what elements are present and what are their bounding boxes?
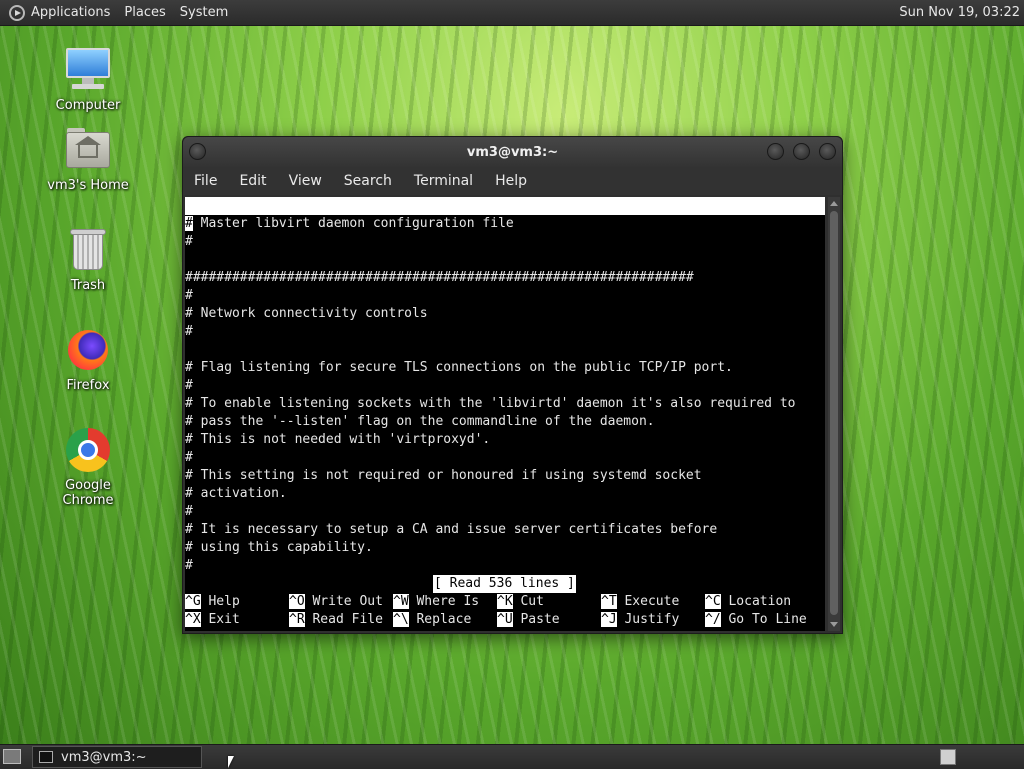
text-line: # Flag listening for secure TLS connecti… bbox=[185, 360, 733, 375]
text-line: # pass the '--listen' flag on the comman… bbox=[185, 414, 655, 429]
menu-edit[interactable]: Edit bbox=[228, 173, 277, 189]
text-line: # bbox=[185, 558, 193, 573]
desktop-icon-firefox[interactable]: Firefox bbox=[38, 326, 138, 393]
mouse-pointer-icon bbox=[228, 756, 234, 768]
scroll-down-icon[interactable] bbox=[830, 622, 838, 627]
text-cursor: # bbox=[185, 216, 193, 231]
nano-header: GNU nano 7.2 /etc/libvirt/libvirtd.conf bbox=[185, 197, 825, 249]
nano-filename: /etc/libvirt/libvirtd.conf bbox=[419, 234, 623, 249]
home-folder-icon bbox=[64, 126, 112, 174]
close-button[interactable] bbox=[819, 143, 836, 160]
desktop-icon-home[interactable]: vm3's Home bbox=[38, 126, 138, 193]
taskbar-item-terminal[interactable]: vm3@vm3:~ bbox=[32, 746, 202, 768]
text-line: # bbox=[185, 450, 193, 465]
menu-view[interactable]: View bbox=[278, 173, 333, 189]
shortcut-paste[interactable]: ^U Paste bbox=[497, 611, 560, 629]
window-titlebar[interactable]: vm3@vm3:~ bbox=[183, 137, 842, 167]
shortcut-replace[interactable]: ^\ Replace bbox=[393, 611, 471, 629]
shortcut-exit[interactable]: ^X Exit bbox=[185, 611, 240, 629]
distro-logo-icon[interactable] bbox=[9, 4, 25, 21]
text-line: # Network connectivity controls bbox=[185, 306, 428, 321]
chrome-icon bbox=[64, 426, 112, 474]
scrollbar-thumb[interactable] bbox=[830, 211, 838, 615]
clock[interactable]: Sun Nov 19, 03:22 bbox=[899, 5, 1020, 20]
menu-system[interactable]: System bbox=[180, 5, 228, 20]
shortcut-location[interactable]: ^C Location bbox=[705, 593, 791, 611]
desktop-icon-chrome[interactable]: Google Chrome bbox=[38, 426, 138, 508]
shortcut-where-is[interactable]: ^W Where Is bbox=[393, 593, 479, 611]
menu-terminal[interactable]: Terminal bbox=[403, 173, 484, 189]
desktop-icon-computer[interactable]: Computer bbox=[38, 46, 138, 113]
menu-applications[interactable]: Applications bbox=[31, 5, 110, 20]
desktop-icon-label: Trash bbox=[70, 278, 106, 293]
text-line: # bbox=[185, 324, 193, 339]
trash-icon bbox=[64, 226, 112, 274]
menu-help[interactable]: Help bbox=[484, 173, 538, 189]
text-line: # This is not needed with 'virtproxyd'. bbox=[185, 432, 491, 447]
shortcut-justify[interactable]: ^J Justify bbox=[601, 611, 679, 629]
show-desktop-icon[interactable] bbox=[3, 749, 21, 764]
desktop-icon-label: Firefox bbox=[66, 378, 110, 393]
text-line: # bbox=[185, 378, 193, 393]
terminal-menubar: File Edit View Search Terminal Help bbox=[183, 167, 842, 195]
taskbar-item-label: vm3@vm3:~ bbox=[61, 749, 147, 765]
text-line: # Master libvirt daemon configuration fi… bbox=[185, 216, 514, 231]
scroll-up-icon[interactable] bbox=[830, 201, 838, 206]
computer-icon bbox=[64, 46, 112, 94]
window-title: vm3@vm3:~ bbox=[466, 144, 559, 160]
text-line: # using this capability. bbox=[185, 540, 373, 555]
desktop-icon-label: Computer bbox=[55, 98, 121, 113]
text-line: # It is necessary to setup a CA and issu… bbox=[185, 522, 718, 537]
text-line: # This setting is not required or honour… bbox=[185, 468, 702, 483]
text-line: # bbox=[185, 234, 193, 249]
menu-places[interactable]: Places bbox=[124, 5, 165, 20]
text-line: # bbox=[185, 504, 193, 519]
shortcut-read-file[interactable]: ^R Read File bbox=[289, 611, 383, 629]
terminal-icon bbox=[39, 751, 53, 763]
maximize-button[interactable] bbox=[793, 143, 810, 160]
shortcut-write-out[interactable]: ^O Write Out bbox=[289, 593, 383, 611]
top-panel: Applications Places System Sun Nov 19, 0… bbox=[0, 0, 1024, 26]
shortcut-go-to-line[interactable]: ^/ Go To Line bbox=[705, 611, 807, 629]
menu-search[interactable]: Search bbox=[333, 173, 403, 189]
window-menu-button[interactable] bbox=[189, 143, 206, 160]
firefox-icon bbox=[64, 326, 112, 374]
desktop-icon-label: vm3's Home bbox=[47, 178, 129, 193]
text-line: # bbox=[185, 288, 193, 303]
nano-status: [ Read 536 lines ] bbox=[433, 575, 576, 593]
minimize-button[interactable] bbox=[767, 143, 784, 160]
shortcut-help[interactable]: ^G Help bbox=[185, 593, 240, 611]
shortcut-execute[interactable]: ^T Execute bbox=[601, 593, 679, 611]
text-line: # To enable listening sockets with the '… bbox=[185, 396, 796, 411]
workspace-switcher[interactable] bbox=[940, 749, 956, 765]
terminal-scrollbar[interactable] bbox=[828, 197, 840, 631]
shortcut-cut[interactable]: ^K Cut bbox=[497, 593, 544, 611]
desktop-icon-trash[interactable]: Trash bbox=[38, 226, 138, 293]
text-line: # activation. bbox=[185, 486, 287, 501]
terminal-content[interactable]: GNU nano 7.2 /etc/libvirt/libvirtd.conf … bbox=[185, 197, 825, 631]
terminal-window: vm3@vm3:~ File Edit View Search Terminal… bbox=[182, 136, 843, 634]
desktop-icon-label: Google Chrome bbox=[62, 478, 114, 508]
menu-file[interactable]: File bbox=[183, 173, 228, 189]
bottom-panel: vm3@vm3:~ bbox=[0, 744, 1024, 769]
text-line: ########################################… bbox=[185, 270, 694, 285]
